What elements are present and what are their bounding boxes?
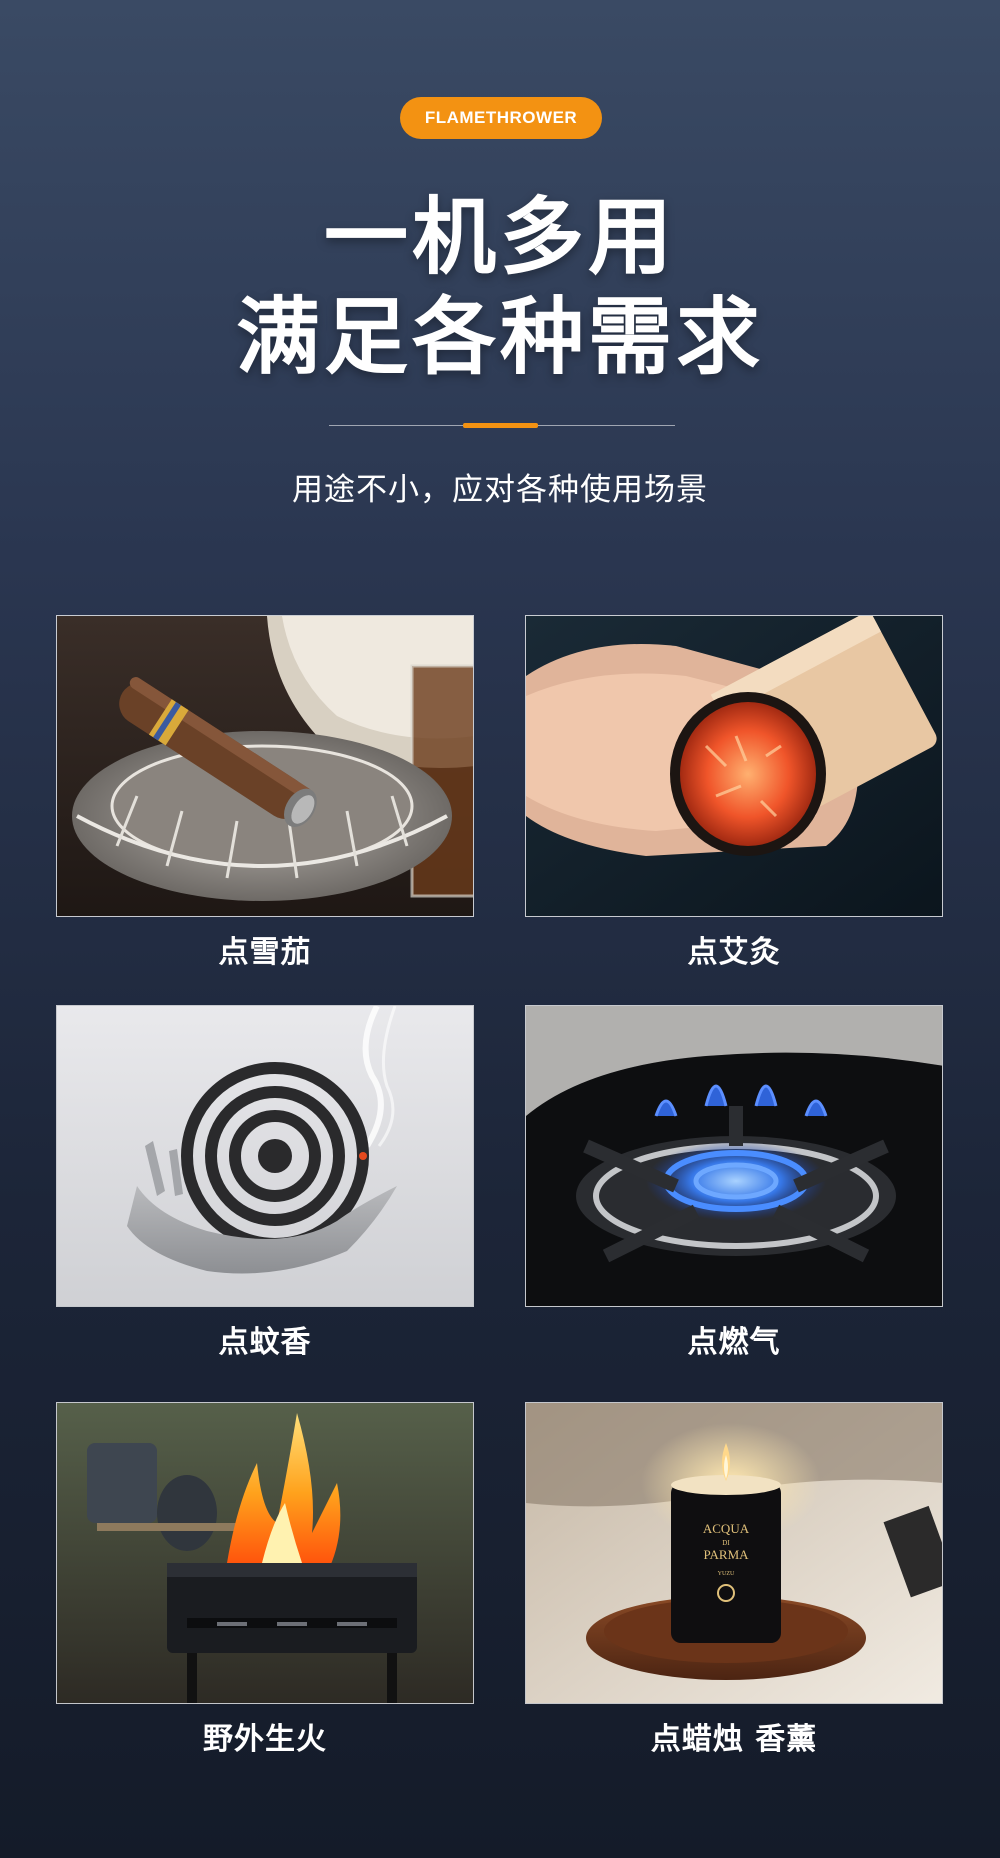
candle-label-line-4: YUZU <box>718 1571 735 1577</box>
mosquito-coil-photo <box>56 1005 474 1307</box>
cigar-ashtray-photo <box>56 615 474 917</box>
candle-photo: ACQUA DI PARMA YUZU <box>525 1402 943 1704</box>
campfire-grill-photo <box>56 1402 474 1704</box>
moxa-stick-photo <box>525 615 943 917</box>
scene-caption-campfire: 野外生火 <box>203 1722 327 1757</box>
scene-caption-candle: 点蜡烛 香薰 <box>650 1722 818 1757</box>
gas-stove-photo <box>525 1005 943 1307</box>
scene-caption-gas-stove: 点燃气 <box>687 1325 781 1360</box>
page-title-line-2: 满足各种需求 <box>235 288 764 386</box>
divider-accent <box>463 423 538 428</box>
candle-label-line-1: ACQUA <box>703 1521 750 1536</box>
candle-label-line-3: PARMA <box>703 1547 749 1562</box>
flamethrower-badge: FLAMETHROWER <box>400 97 602 139</box>
scene-caption-cigar: 点雪茄 <box>218 935 312 970</box>
candle-label-line-2: DI <box>722 1539 730 1547</box>
page-subtitle: 用途不小，应对各种使用场景 <box>292 472 708 508</box>
page-title-line-1: 一机多用 <box>323 188 676 286</box>
scene-caption-mosquito-coil: 点蚊香 <box>218 1325 312 1360</box>
scene-caption-moxa: 点艾灸 <box>687 935 781 970</box>
